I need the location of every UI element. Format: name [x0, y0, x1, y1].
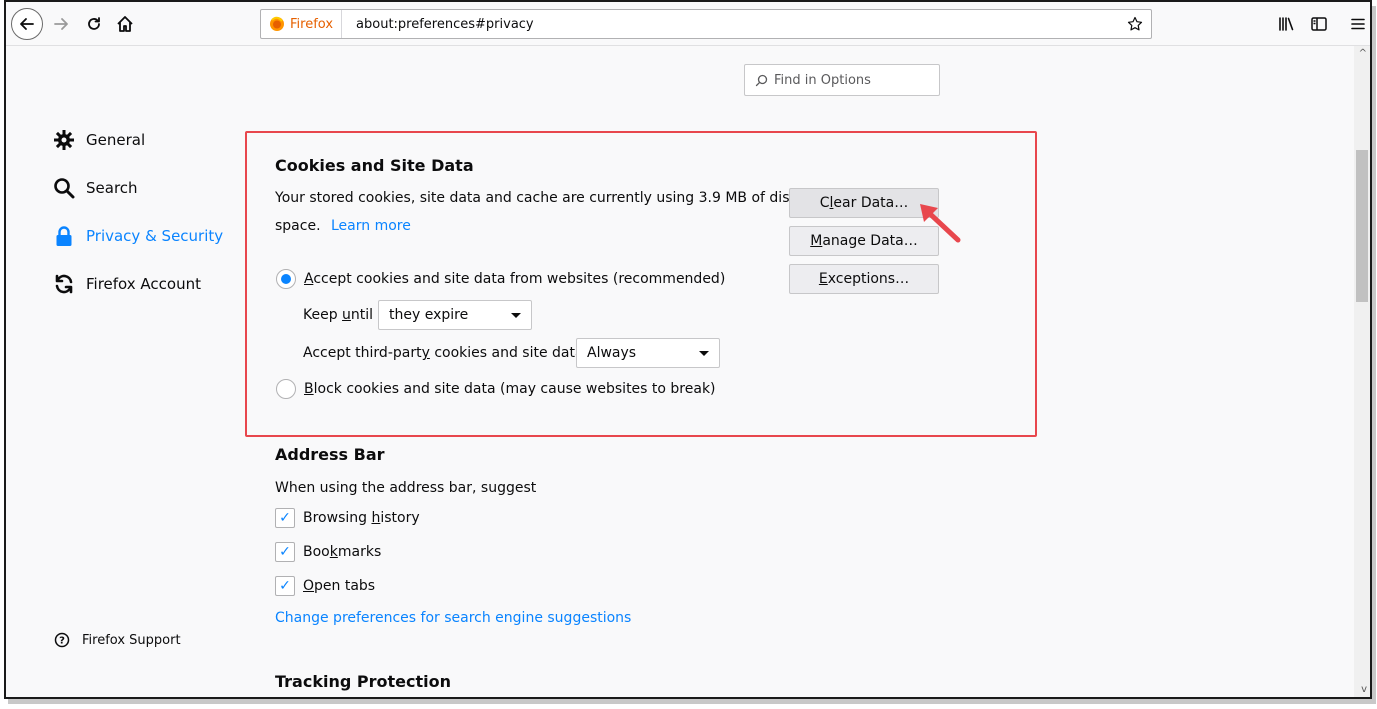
back-arrow-icon — [20, 18, 34, 30]
cookies-description: Your stored cookies, site data and cache… — [275, 190, 798, 206]
reload-button[interactable] — [82, 12, 106, 36]
search-suggestions-link[interactable]: Change preferences for search engine sug… — [275, 610, 631, 626]
find-in-options-input[interactable]: Find in Options — [744, 64, 940, 96]
scroll-down-arrow-icon[interactable]: v — [1361, 684, 1367, 695]
library-button[interactable] — [1274, 12, 1298, 36]
sidebar-button[interactable] — [1307, 12, 1331, 36]
open-tabs-label[interactable]: Open tabs — [303, 578, 375, 594]
keep-until-select[interactable]: they expire — [378, 300, 532, 330]
category-general[interactable]: General — [52, 126, 145, 154]
chevron-down-icon — [511, 313, 521, 318]
category-search[interactable]: Search — [52, 174, 138, 202]
learn-more-link[interactable]: Learn more — [331, 218, 411, 234]
firefox-support-link[interactable]: ? Firefox Support — [54, 632, 181, 648]
accept-cookies-label[interactable]: Accept cookies and site data from websit… — [304, 271, 725, 287]
home-button[interactable] — [112, 11, 138, 37]
star-icon — [1127, 16, 1143, 31]
url-text[interactable]: about:preferences#privacy — [342, 17, 534, 32]
find-in-options-placeholder: Find in Options — [774, 72, 871, 88]
help-icon: ? — [54, 632, 70, 648]
vertical-scrollbar[interactable] — [1354, 46, 1370, 697]
open-tabs-checkbox[interactable]: ✓ — [275, 576, 295, 596]
identity-box[interactable]: Firefox — [261, 10, 343, 38]
home-icon — [117, 16, 133, 32]
window-shadow-right — [1372, 6, 1376, 704]
keep-until-value: they expire — [389, 307, 469, 323]
reload-icon — [88, 17, 100, 30]
category-label: Privacy & Security — [86, 227, 224, 245]
cookies-description-tail: space. — [275, 218, 321, 234]
firefox-logo-icon — [270, 16, 284, 31]
bookmarks-checkbox[interactable]: ✓ — [275, 542, 295, 562]
bookmark-star-button[interactable] — [1125, 14, 1145, 34]
keep-until-label: Keep until — [303, 307, 374, 323]
exceptions-button[interactable]: Exceptions… — [789, 264, 939, 294]
browsing-history-checkbox[interactable]: ✓ — [275, 508, 295, 528]
cookies-description-end: space. Learn more — [275, 218, 411, 234]
sidebar-icon — [1311, 17, 1327, 31]
menu-button[interactable] — [1346, 12, 1370, 36]
bookmarks-label[interactable]: Bookmarks — [303, 544, 381, 560]
browsing-history-label[interactable]: Browsing history — [303, 510, 420, 526]
forward-button[interactable] — [49, 12, 73, 36]
category-label: Search — [86, 179, 138, 197]
scroll-up-arrow-icon[interactable]: ^ — [1359, 48, 1367, 59]
exceptions-label: Exceptions… — [818, 271, 910, 287]
category-privacy-security[interactable]: Privacy & Security — [52, 222, 223, 250]
search-icon — [52, 176, 76, 200]
tracking-protection-title: Tracking Protection — [275, 672, 451, 691]
block-cookies-radio[interactable] — [276, 379, 296, 399]
url-brand-label: Firefox — [290, 16, 334, 32]
forward-arrow-icon — [54, 18, 68, 30]
gear-icon — [52, 128, 76, 152]
category-label: Firefox Account — [86, 275, 201, 293]
browser-window: Firefox about:preferences#privacy Find i… — [4, 0, 1372, 699]
library-icon — [1279, 17, 1294, 31]
third-party-value: Always — [587, 345, 637, 361]
chevron-down-icon — [699, 351, 709, 356]
cookies-section-title: Cookies and Site Data — [275, 156, 474, 175]
block-cookies-label[interactable]: Block cookies and site data (may cause w… — [304, 381, 716, 397]
accept-cookies-radio[interactable] — [276, 269, 296, 289]
svg-text:?: ? — [59, 636, 65, 647]
clear-data-label: Clear Data… — [819, 195, 909, 211]
third-party-label: Accept third-party cookies and site data — [303, 345, 584, 361]
browser-toolbar: Firefox about:preferences#privacy — [6, 2, 1370, 46]
address-bar-intro: When using the address bar, suggest — [275, 480, 537, 496]
red-arrow-annotation — [920, 204, 961, 243]
category-firefox-account[interactable]: Firefox Account — [52, 270, 201, 298]
scrollbar-thumb[interactable] — [1356, 150, 1368, 302]
sync-icon — [52, 272, 76, 296]
third-party-select[interactable]: Always — [576, 338, 720, 368]
back-button[interactable] — [11, 8, 43, 40]
category-label: General — [86, 131, 146, 149]
url-bar[interactable]: Firefox about:preferences#privacy — [260, 9, 1152, 39]
search-icon — [755, 74, 768, 86]
address-bar-section-title: Address Bar — [275, 445, 385, 464]
manage-data-label: Manage Data… — [810, 233, 918, 249]
firefox-support-label: Firefox Support — [82, 632, 181, 648]
lock-icon — [52, 224, 76, 248]
window-shadow — [8, 699, 1374, 704]
hamburger-menu-icon — [1351, 18, 1365, 30]
